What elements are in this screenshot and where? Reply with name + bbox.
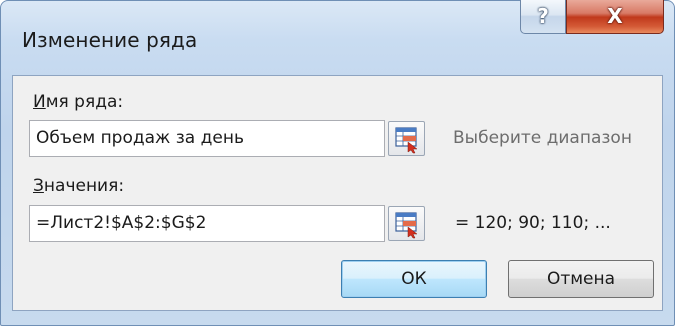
window-title: Изменение ряда [22, 28, 198, 52]
cancel-button[interactable]: Отмена [508, 260, 654, 298]
series-values-range-button[interactable] [388, 206, 425, 241]
series-values-label: Значения: [33, 176, 125, 196]
series-name-input[interactable]: Объем продаж за день [29, 120, 385, 157]
close-icon: X [607, 3, 623, 28]
help-button[interactable]: ? [520, 0, 566, 34]
cancel-button-label: Отмена [546, 269, 616, 289]
series-name-label: Имя ряда: [33, 92, 124, 112]
title-bar[interactable]: Изменение ряда ? X [0, 0, 675, 74]
series-name-hint: Выберите диапазон [453, 128, 632, 148]
ok-button-label: ОК [401, 269, 427, 289]
series-name-range-button[interactable] [388, 121, 425, 156]
range-select-icon [395, 127, 418, 154]
range-select-icon [395, 212, 418, 239]
help-icon: ? [537, 3, 549, 28]
close-button[interactable]: X [566, 0, 664, 34]
series-values-preview: = 120; 90; 110; ... [455, 213, 611, 233]
ok-button[interactable]: ОК [341, 260, 487, 298]
series-values-input[interactable]: =Лист2!$A$2:$G$2 [29, 205, 385, 242]
